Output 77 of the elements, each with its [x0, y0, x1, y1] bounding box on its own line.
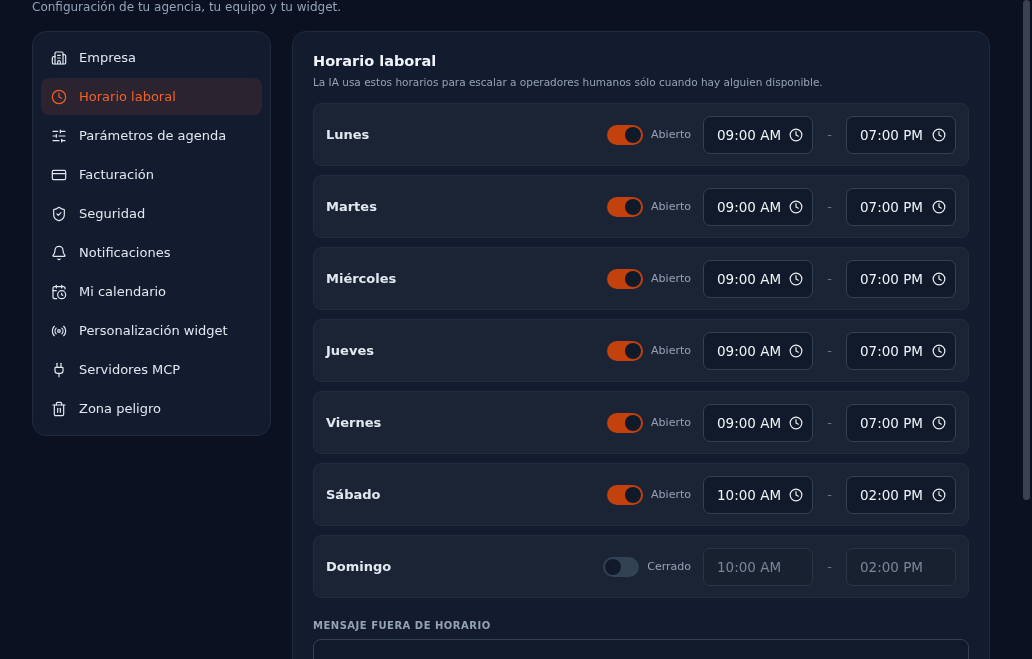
day-name: Viernes — [326, 415, 383, 430]
open-toggle[interactable] — [607, 484, 644, 505]
clock-icon — [932, 199, 946, 214]
sidebar-item[interactable]: Facturación — [41, 156, 262, 193]
sidebar-item[interactable]: Parámetros de agenda — [41, 117, 262, 154]
calendar-clock-icon — [51, 283, 67, 300]
status-label: Abierto — [651, 128, 691, 141]
sidebar-item[interactable]: Empresa — [41, 39, 262, 76]
start-time-field[interactable]: 09:00 AM — [703, 403, 813, 442]
separator: - — [826, 415, 833, 430]
end-time-field[interactable]: 07:00 PM — [846, 331, 956, 370]
start-time-field[interactable]: 10:00 AM — [703, 547, 813, 586]
bell-icon — [51, 244, 67, 261]
sidebar-item[interactable]: Servidores MCP — [41, 351, 262, 388]
open-toggle[interactable] — [607, 340, 644, 361]
start-time-field[interactable]: 09:00 AM — [703, 259, 813, 298]
clock-icon — [932, 487, 946, 502]
clock-icon — [789, 271, 803, 286]
end-time-field[interactable]: 02:00 PM — [846, 475, 956, 514]
day-name: Miércoles — [326, 271, 398, 286]
status-label: Cerrado — [647, 560, 691, 573]
open-toggle[interactable] — [607, 196, 644, 217]
open-toggle[interactable] — [607, 124, 644, 145]
clock-icon — [789, 415, 803, 430]
end-time-field[interactable]: 02:00 PM — [846, 547, 956, 586]
open-toggle[interactable] — [603, 556, 640, 577]
status-label: Abierto — [651, 488, 691, 501]
status-label: Abierto — [651, 272, 691, 285]
clock-icon — [932, 271, 946, 286]
status-label: Abierto — [651, 344, 691, 357]
sidebar-item[interactable]: Horario laboral — [41, 78, 262, 115]
clock-icon — [789, 343, 803, 358]
clock-icon — [932, 415, 946, 430]
section-title: Horario laboral — [313, 53, 438, 69]
separator: - — [826, 487, 833, 502]
day-name: Lunes — [326, 127, 371, 142]
scrollbar[interactable] — [1023, 0, 1030, 500]
clock-icon — [51, 88, 67, 105]
sidebar-item[interactable]: Notificaciones — [41, 234, 262, 271]
status-label: Abierto — [651, 200, 691, 213]
open-toggle[interactable] — [607, 412, 644, 433]
clock-icon — [789, 487, 803, 502]
trash-icon — [51, 400, 67, 417]
sidebar-item[interactable]: Seguridad — [41, 195, 262, 232]
separator: - — [826, 199, 833, 214]
clock-icon — [789, 199, 803, 214]
sidebar-item[interactable]: Zona peligro — [41, 390, 262, 427]
separator: - — [826, 127, 833, 142]
day-name: Sábado — [326, 487, 382, 502]
end-time-field[interactable]: 07:00 PM — [846, 259, 956, 298]
status-label: Abierto — [651, 416, 691, 429]
day-name: Domingo — [326, 559, 393, 574]
building-icon — [51, 49, 67, 66]
end-time-field[interactable]: 07:00 PM — [846, 403, 956, 442]
sliders-icon — [51, 127, 67, 144]
sidebar-item[interactable]: Personalización widget — [41, 312, 262, 349]
clock-icon — [932, 127, 946, 142]
clock-icon — [932, 343, 946, 358]
day-name: Martes — [326, 199, 378, 214]
separator: - — [826, 343, 833, 358]
start-time-field[interactable]: 09:00 AM — [703, 187, 813, 226]
shield-check-icon — [51, 205, 67, 222]
open-toggle[interactable] — [607, 268, 644, 289]
plug-icon — [51, 361, 67, 378]
field-label: MENSAJE FUERA DE HORARIO — [313, 620, 492, 631]
start-time-field[interactable]: 09:00 AM — [703, 115, 813, 154]
start-time-field[interactable]: 09:00 AM — [703, 331, 813, 370]
start-time-field[interactable]: 10:00 AM — [703, 475, 813, 514]
end-time-field[interactable]: 07:00 PM — [846, 187, 956, 226]
day-name: Jueves — [326, 343, 375, 358]
end-time-field[interactable]: 07:00 PM — [846, 115, 956, 154]
section-description: La IA usa estos horarios para escalar a operadores humanos sólo cuando hay alguien disponible. — [313, 76, 824, 88]
page-subtitle: Configuración de tu agencia, tu equipo y tu widget. — [32, 0, 343, 15]
separator: - — [826, 271, 833, 286]
separator: - — [826, 559, 833, 574]
sidebar-item[interactable]: Mi calendario — [41, 273, 262, 310]
clock-icon — [789, 127, 803, 142]
